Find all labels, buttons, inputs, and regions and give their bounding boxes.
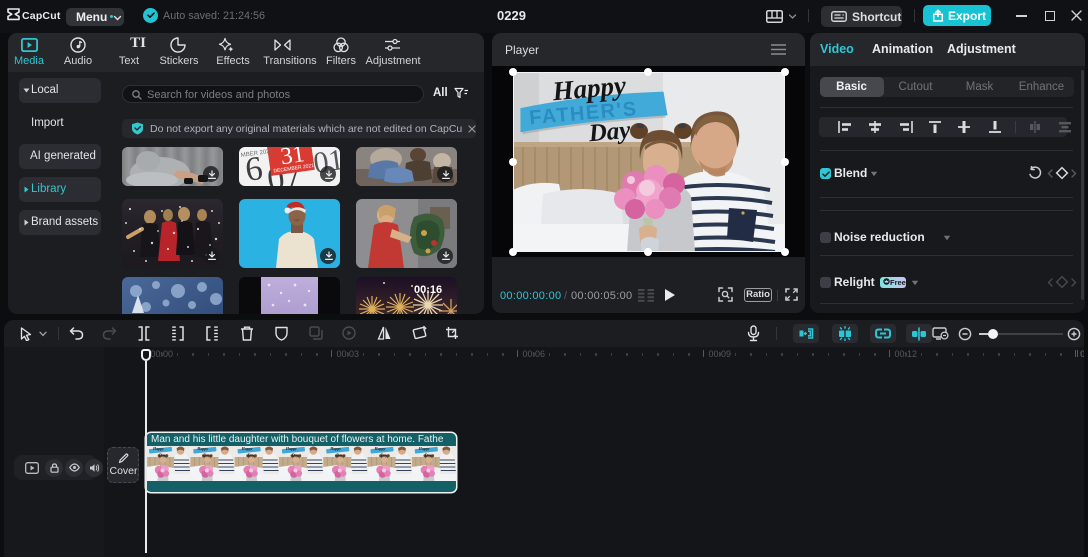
svg-text:00:16: 00:16 xyxy=(414,284,442,296)
